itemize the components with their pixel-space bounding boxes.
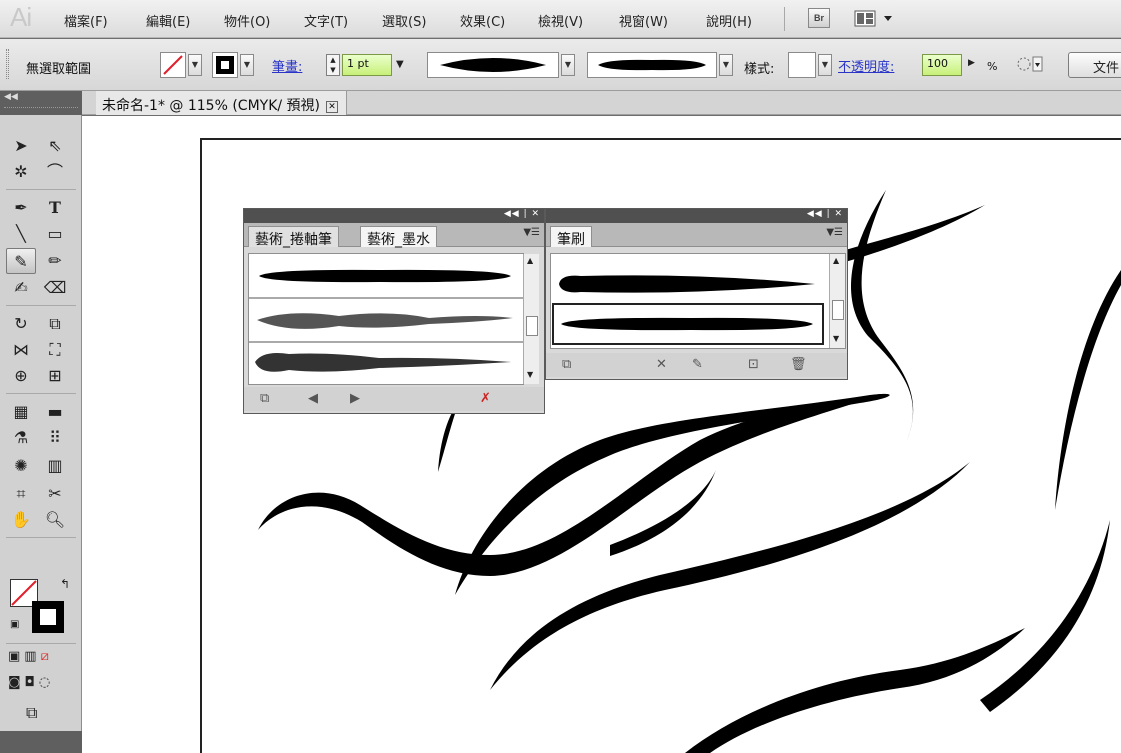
scroll-down-icon[interactable]: ▼ xyxy=(527,370,533,379)
panel-title-bar[interactable]: ◀◀ | ✕ xyxy=(244,209,544,223)
list-item xyxy=(257,313,513,329)
brush-stroke xyxy=(850,190,914,445)
previous-library-icon[interactable]: ◀ xyxy=(308,391,318,406)
panel-tabs: 藝術_捲軸筆 藝術_墨水 ▼☰ xyxy=(244,223,544,248)
remove-brush-stroke-icon[interactable]: ✕ xyxy=(656,357,667,372)
panel-footer: ⧉ ✕ ✎ ⊡ 🗑︎ xyxy=(546,353,847,377)
panel-title-bar[interactable]: ◀◀ | ✕ xyxy=(546,209,847,223)
brush-stroke xyxy=(685,628,1025,753)
delete-brush-icon[interactable]: 🗑︎ xyxy=(790,357,807,372)
tab-art-ink[interactable]: 藝術_墨水 xyxy=(360,226,437,248)
brush-stroke xyxy=(490,462,970,690)
brush-list: ▲ ▼ xyxy=(550,253,846,349)
scroll-thumb[interactable] xyxy=(526,316,538,336)
panel-tabs: 筆刷 ▼☰ xyxy=(546,223,847,248)
options-of-selected-object-icon[interactable]: ✎ xyxy=(692,357,703,372)
new-brush-icon[interactable]: ⊡ xyxy=(748,357,759,372)
panel-scrollbar[interactable]: ▲ ▼ xyxy=(523,254,539,384)
tab-art-scroll-pen[interactable]: 藝術_捲軸筆 xyxy=(248,226,339,248)
library-menu-icon[interactable]: ⧉ xyxy=(260,391,269,406)
art-brush-library-panel: ◀◀ | ✕ 藝術_捲軸筆 藝術_墨水 ▼☰ ▲ ▼ ⧉ ◀ ▶ ✗ xyxy=(243,208,545,414)
list-item xyxy=(259,269,511,283)
list-item xyxy=(561,317,813,331)
brush-stroke xyxy=(1055,270,1121,510)
brush-previews xyxy=(249,269,523,372)
list-item xyxy=(255,353,511,372)
panel-scrollbar[interactable]: ▲ ▼ xyxy=(829,254,845,348)
next-library-icon[interactable]: ▶ xyxy=(350,391,360,406)
panel-menu-icon[interactable]: ▼☰ xyxy=(826,227,843,238)
brush-list: ▲ ▼ xyxy=(248,253,539,385)
panel-menu-icon[interactable]: ▼☰ xyxy=(523,227,540,238)
brush-libraries-icon[interactable]: ⧉ xyxy=(562,357,571,372)
scroll-thumb[interactable] xyxy=(832,300,844,320)
brushes-panel: ◀◀ | ✕ 筆刷 ▼☰ ▲ ▼ ⧉ ✕ ✎ ⊡ 🗑︎ xyxy=(545,208,848,380)
tab-brushes[interactable]: 筆刷 xyxy=(550,226,592,248)
panel-footer: ⧉ ◀ ▶ ✗ xyxy=(244,387,544,411)
list-item xyxy=(559,275,815,293)
brush-previews xyxy=(552,275,824,345)
remove-brush-stroke-icon[interactable]: ✗ xyxy=(480,391,491,406)
scroll-up-icon[interactable]: ▲ xyxy=(833,256,839,265)
collapse-close-icon[interactable]: ◀◀ | ✕ xyxy=(807,209,843,219)
scroll-down-icon[interactable]: ▼ xyxy=(833,334,839,343)
brush-stroke xyxy=(980,520,1110,712)
collapse-close-icon[interactable]: ◀◀ | ✕ xyxy=(504,209,540,219)
scroll-up-icon[interactable]: ▲ xyxy=(527,256,533,265)
